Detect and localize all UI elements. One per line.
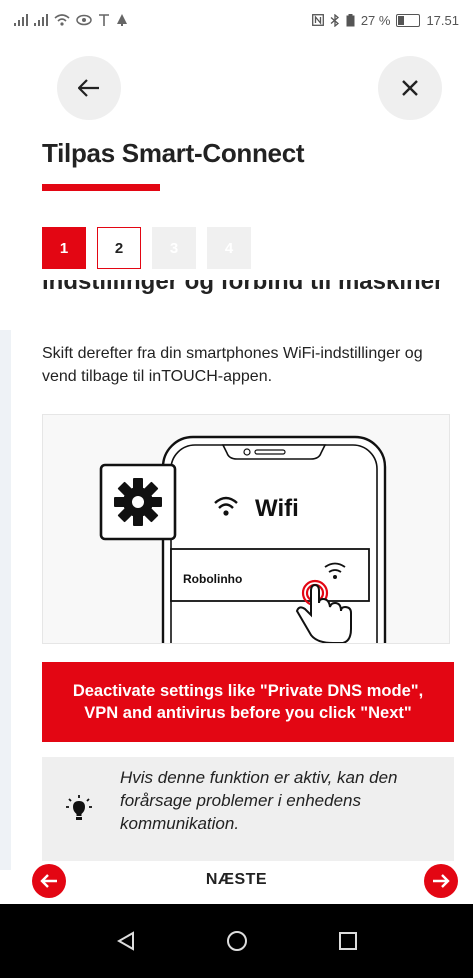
- circle-home-icon: [226, 931, 247, 951]
- wifi-label: Wifi: [255, 495, 299, 522]
- network-name: Robolinho: [183, 572, 242, 586]
- next-label: NÆSTE: [205, 871, 268, 888]
- system-navigation-bar: [0, 904, 473, 978]
- previous-button[interactable]: [32, 864, 66, 898]
- step-2[interactable]: 2: [97, 227, 141, 269]
- battery-level: [398, 15, 405, 25]
- wifi-illustration: Wifi Robolinho: [42, 414, 450, 644]
- close-icon: [402, 80, 418, 96]
- wizard-navigation: NÆSTE: [0, 860, 473, 904]
- system-recents-button[interactable]: [328, 921, 368, 961]
- arrow-left-icon: [40, 874, 57, 888]
- tip-text: Hvis denne funktion er aktiv, kan den fo…: [120, 768, 398, 833]
- warning-banner: Deactivate settings like "Private DNS mo…: [42, 662, 454, 742]
- wifi-status-icon: [54, 14, 70, 26]
- signal-icon: [34, 14, 48, 26]
- clock: 17.51: [426, 12, 459, 28]
- antenna-icon: [99, 14, 109, 26]
- gear-icon: [114, 478, 162, 526]
- arrow-right-icon: [433, 874, 450, 888]
- back-button[interactable]: [57, 56, 121, 120]
- notification-icon: [117, 14, 127, 26]
- lightbulb-icon: [66, 795, 92, 820]
- triangle-back-icon: [116, 931, 134, 951]
- next-button[interactable]: [424, 864, 458, 898]
- wifi-illustration-graphic: Wifi Robolinho: [99, 435, 387, 643]
- eye-icon: [76, 14, 92, 26]
- close-button[interactable]: [378, 56, 442, 120]
- step-4: 4: [207, 227, 251, 269]
- bluetooth-icon: [330, 13, 339, 27]
- status-icons: [14, 14, 128, 26]
- arrow-left-icon: [78, 79, 99, 97]
- instruction-text: Skift derefter fra din smartphones WiFi-…: [42, 345, 423, 386]
- section-heading: indstillinger og forbind til maskinen: [42, 280, 442, 310]
- page-title: Tilpas Smart-Connect: [42, 138, 305, 168]
- title-underline: [42, 184, 160, 191]
- battery-icon: [396, 13, 421, 27]
- section-heading-text: indstillinger og forbind til maskinen: [42, 280, 442, 295]
- step-1[interactable]: 1: [42, 227, 86, 269]
- warning-line-2: VPN and antivirus before you click "Next…: [84, 704, 412, 722]
- status-bar: 27 % 17.51: [0, 0, 473, 40]
- status-right: 27 % 17.51: [311, 12, 459, 28]
- system-home-button[interactable]: [217, 921, 257, 961]
- battery-saver-icon: [346, 13, 355, 26]
- system-back-button[interactable]: [106, 921, 146, 961]
- background-edge: [0, 330, 11, 870]
- battery-percent: 27 %: [360, 12, 391, 28]
- square-recents-icon: [338, 932, 357, 950]
- tip-panel: Hvis denne funktion er aktiv, kan den fo…: [42, 757, 454, 861]
- signal-icon: [14, 14, 28, 26]
- step-indicator: 1 2 3 4: [42, 227, 251, 269]
- warning-line-1: Deactivate settings like "Private DNS mo…: [72, 681, 424, 700]
- nfc-icon: [311, 14, 324, 26]
- step-3: 3: [152, 227, 196, 269]
